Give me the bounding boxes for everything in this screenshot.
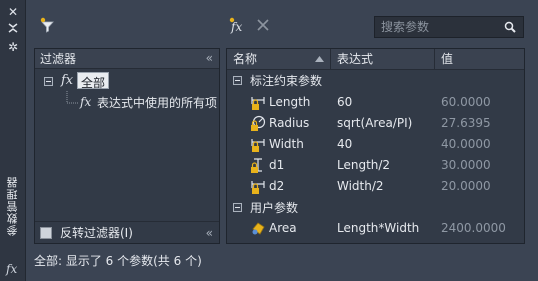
collapse-filter-icon[interactable]: «	[206, 51, 213, 65]
param-value: 27.6395	[441, 116, 491, 130]
linear-dim-icon	[251, 181, 265, 194]
close-icon[interactable]	[254, 16, 272, 34]
group-user-params[interactable]: 用户参数	[227, 198, 524, 216]
group-collapse-toggle[interactable]	[233, 202, 242, 212]
tree-item-label: 表达式中使用的所有项	[97, 96, 218, 110]
linear-dim-icon	[251, 139, 265, 152]
column-header-expression[interactable]: 表达式	[331, 49, 435, 69]
param-name: Length	[269, 95, 311, 109]
filter-header: 过滤器 «	[35, 49, 219, 69]
fx-icon: fx	[6, 262, 18, 276]
param-name: Radius	[269, 116, 310, 130]
user-param-icon	[252, 222, 265, 235]
invert-filter-row: 反转过滤器(I) «	[35, 221, 219, 243]
filter-panel: 过滤器 « fx 全部 fx 表达式中使用的所有项 反转过滤器(I) «	[34, 48, 220, 244]
invert-filter-checkbox[interactable]	[40, 226, 52, 239]
tree-item-all[interactable]: 全部	[77, 72, 110, 90]
properties-gear-icon[interactable]: ✲	[6, 40, 20, 54]
fx-star-icon[interactable]: fx	[228, 16, 246, 34]
param-value: 30.0000	[441, 158, 491, 172]
group-dimensional-params[interactable]: 标注约束参数	[227, 71, 524, 89]
param-name: d2	[269, 179, 285, 193]
table-row[interactable]: d2 Width/2 20.0000	[227, 176, 524, 197]
column-header-label: 值	[441, 52, 454, 66]
collapse-filter-bottom-icon[interactable]: «	[206, 226, 213, 240]
param-expression[interactable]: 40	[337, 137, 352, 151]
invert-filter-label[interactable]: 反转过滤器(I)	[60, 224, 133, 241]
group-label: 用户参数	[250, 200, 299, 215]
group-label: 标注约束参数	[250, 73, 323, 88]
sort-ascending-icon	[315, 56, 324, 62]
radius-dim-icon	[251, 115, 266, 131]
param-expression[interactable]: Length/2	[337, 158, 390, 172]
filter-tree: fx 全部 fx 表达式中使用的所有项	[35, 69, 219, 221]
palette-title: 参数管理器	[3, 158, 23, 254]
tree-collapse-toggle[interactable]	[44, 77, 53, 86]
parameter-table: 名称 表达式 值 标注约束参数 Length 60 60.0000 Radius…	[226, 48, 525, 244]
param-name: Width	[269, 137, 304, 151]
palette-title-strip: ✕ ✲ 参数管理器 fx	[0, 0, 26, 281]
auto-hide-icon[interactable]	[6, 22, 20, 36]
funnel-star-icon[interactable]	[38, 16, 56, 34]
param-value: 20.0000	[441, 179, 491, 193]
param-name: d1	[269, 158, 285, 172]
param-value: 40.0000	[441, 137, 491, 151]
group-collapse-toggle[interactable]	[233, 75, 242, 85]
status-bar: 全部: 显示了 6 个参数(共 6 个)	[34, 254, 202, 268]
vertical-dim-icon	[251, 158, 262, 173]
column-header-value[interactable]: 值	[435, 49, 524, 69]
close-palette-icon[interactable]: ✕	[6, 5, 20, 19]
param-value: 60.0000	[441, 95, 491, 109]
table-header: 名称 表达式 值	[227, 49, 524, 70]
search-icon[interactable]	[503, 20, 517, 34]
linear-dim-icon	[251, 97, 265, 110]
column-header-name[interactable]: 名称	[227, 49, 331, 69]
param-expression[interactable]: Width/2	[337, 179, 384, 193]
column-header-label: 表达式	[337, 52, 374, 66]
param-expression[interactable]: sqrt(Area/PI)	[337, 116, 412, 130]
filter-title: 过滤器	[40, 52, 77, 66]
fx-icon: fx	[80, 95, 92, 109]
column-header-label: 名称	[233, 52, 258, 66]
fx-icon: fx	[61, 73, 74, 88]
param-value: 2400.0000	[441, 221, 506, 235]
search-input[interactable]	[375, 20, 499, 34]
tree-item-label: 全部	[81, 76, 106, 90]
toolbar: fx	[26, 0, 538, 44]
table-row[interactable]: Length 60 60.0000	[227, 92, 524, 113]
search-box[interactable]	[374, 16, 524, 38]
param-name: Area	[269, 221, 297, 235]
tree-item-used-in-expressions[interactable]: 表达式中使用的所有项	[97, 94, 217, 111]
table-row[interactable]: d1 Length/2 30.0000	[227, 155, 524, 176]
table-row[interactable]: Width 40 40.0000	[227, 134, 524, 155]
palette-title-text: 参数管理器	[6, 176, 19, 236]
param-expression[interactable]: Length*Width	[337, 221, 419, 235]
table-row[interactable]: Radius sqrt(Area/PI) 27.6395	[227, 113, 524, 134]
table-row[interactable]: Area Length*Width 2400.0000	[227, 218, 524, 239]
param-expression[interactable]: 60	[337, 95, 352, 109]
